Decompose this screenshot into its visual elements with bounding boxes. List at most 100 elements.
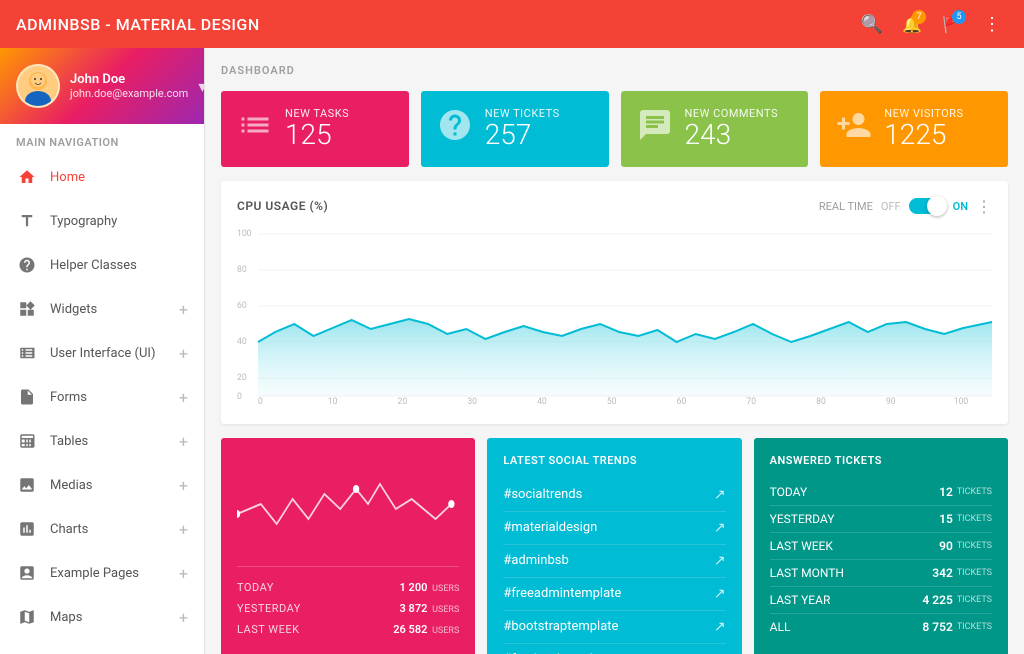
ticket-unit-2: TICKETS	[957, 541, 992, 551]
ui-expand-icon[interactable]: +	[179, 344, 188, 363]
dashboard-title: DASHBOARD	[221, 64, 1008, 77]
realtime-label: REAL TIME	[819, 200, 873, 213]
flag-badge: 5	[952, 10, 966, 24]
social-item-5[interactable]: #freehtmltemplate ↗	[503, 644, 725, 654]
visitors-chart-card: TODAY 1 200 USERS YESTERDAY 3 872 USERS	[221, 438, 475, 654]
search-button[interactable]: 🔍	[856, 8, 888, 40]
svg-text:80: 80	[237, 265, 247, 275]
visitors-yesterday-value: 3 872	[400, 602, 428, 615]
maps-icon	[16, 606, 38, 628]
tables-expand-icon[interactable]: +	[179, 432, 188, 451]
tasks-value: 125	[285, 120, 393, 151]
trend-up-icon-0: ↗	[714, 487, 726, 503]
social-item-4[interactable]: #bootstraptemplate ↗	[503, 611, 725, 644]
visitors-chart-area	[237, 454, 459, 554]
more-menu-button[interactable]: ⋮	[976, 8, 1008, 40]
visitors-sparkline	[237, 454, 459, 554]
widgets-expand-icon[interactable]: +	[179, 300, 188, 319]
ticket-unit-5: TICKETS	[957, 622, 992, 632]
ticket-label-2: LAST WEEK	[770, 539, 939, 553]
sidebar-item-home[interactable]: Home	[0, 155, 204, 199]
sidebar-item-example[interactable]: Example Pages +	[0, 551, 204, 595]
sidebar-item-tables[interactable]: Tables +	[0, 419, 204, 463]
sidebar-item-widgets[interactable]: Widgets +	[0, 287, 204, 331]
tickets-label: NEW TICKETS	[485, 107, 593, 120]
ticket-value-4: 4 225	[922, 593, 952, 607]
maps-expand-icon[interactable]: +	[179, 608, 188, 627]
example-expand-icon[interactable]: +	[179, 564, 188, 583]
svg-text:20: 20	[398, 397, 408, 404]
ticket-row-0: TODAY 12 TICKETS	[770, 479, 992, 506]
notifications-badge: 7	[912, 10, 926, 24]
helper-icon	[16, 254, 38, 276]
profile-info: John Doe john.doe@example.com	[70, 72, 188, 100]
forms-expand-icon[interactable]: +	[179, 388, 188, 407]
topnav: ADMINBSB - MATERIAL DESIGN 🔍 🔔 7 🚩 5 ⋮	[0, 0, 1024, 48]
chart-title: CPU USAGE (%)	[237, 199, 819, 213]
tickets-icon	[437, 107, 473, 150]
social-tag-0: #socialtrends	[503, 487, 714, 502]
social-item-0[interactable]: #socialtrends ↗	[503, 479, 725, 512]
trend-up-icon-1: ↗	[714, 520, 726, 536]
svg-text:70: 70	[746, 397, 756, 404]
visitors-label: NEW VISITORS	[884, 107, 992, 120]
sidebar-profile: John Doe john.doe@example.com ▾	[0, 48, 204, 124]
nav-section-title: MAIN NAVIGATION	[0, 124, 204, 155]
sidebar-item-ui[interactable]: User Interface (UI) +	[0, 331, 204, 375]
chart-controls: REAL TIME OFF ON ⋮	[819, 197, 992, 216]
visitors-today-row: TODAY 1 200 USERS	[237, 577, 459, 598]
sidebar-item-maps[interactable]: Maps +	[0, 595, 204, 639]
stat-info-tasks: NEW TASKS 125	[285, 107, 393, 151]
ticket-value-0: 12	[939, 485, 953, 499]
sidebar-item-typography[interactable]: Typography	[0, 199, 204, 243]
notifications-button[interactable]: 🔔 7	[896, 8, 928, 40]
charts-icon	[16, 518, 38, 540]
ticket-label-4: LAST YEAR	[770, 593, 923, 607]
social-item-1[interactable]: #materialdesign ↗	[503, 512, 725, 545]
chart-more-button[interactable]: ⋮	[976, 197, 992, 216]
topnav-actions: 🔍 🔔 7 🚩 5 ⋮	[856, 8, 1008, 40]
tasks-icon	[237, 107, 273, 150]
stat-info-tickets: NEW TICKETS 257	[485, 107, 593, 151]
ticket-row-2: LAST WEEK 90 TICKETS	[770, 533, 992, 560]
on-label: ON	[953, 200, 968, 213]
charts-expand-icon[interactable]: +	[179, 520, 188, 539]
ticket-row-1: YESTERDAY 15 TICKETS	[770, 506, 992, 533]
widgets-icon	[16, 298, 38, 320]
ticket-label-5: ALL	[770, 620, 923, 634]
sidebar-item-charts[interactable]: Charts +	[0, 507, 204, 551]
bottom-grid: TODAY 1 200 USERS YESTERDAY 3 872 USERS	[221, 438, 1008, 654]
ticket-label-1: YESTERDAY	[770, 512, 939, 526]
maps-label: Maps	[50, 610, 179, 625]
visitors-icon	[836, 107, 872, 150]
forms-icon	[16, 386, 38, 408]
realtime-toggle[interactable]	[909, 198, 945, 214]
social-tag-1: #materialdesign	[503, 520, 714, 535]
medias-expand-icon[interactable]: +	[179, 476, 188, 495]
stat-info-comments: NEW COMMENTS 243	[685, 107, 793, 151]
profile-dropdown-button[interactable]: ▾	[198, 77, 205, 96]
trend-up-icon-4: ↗	[714, 619, 726, 635]
tasks-label: NEW TASKS	[285, 107, 393, 120]
visitors-yesterday-unit: USERS	[432, 605, 459, 615]
comments-label: NEW COMMENTS	[685, 107, 793, 120]
sidebar-item-multilevel[interactable]: Multi Level Menu +	[0, 639, 204, 654]
social-item-2[interactable]: #adminbsb ↗	[503, 545, 725, 578]
ui-label: User Interface (UI)	[50, 346, 179, 361]
ticket-row-4: LAST YEAR 4 225 TICKETS	[770, 587, 992, 614]
ticket-value-2: 90	[939, 539, 953, 553]
sidebar-item-helper[interactable]: Helper Classes	[0, 243, 204, 287]
svg-text:0: 0	[237, 392, 242, 402]
ticket-unit-1: TICKETS	[957, 514, 992, 524]
flag-button[interactable]: 🚩 5	[936, 8, 968, 40]
svg-text:100: 100	[237, 229, 252, 239]
social-item-3[interactable]: #freeadmintemplate ↗	[503, 578, 725, 611]
ticket-unit-3: TICKETS	[957, 568, 992, 578]
tables-label: Tables	[50, 434, 179, 449]
visitors-lastweek-row: LAST WEEK 26 582 USERS	[237, 619, 459, 640]
ui-icon	[16, 342, 38, 364]
sidebar-item-forms[interactable]: Forms +	[0, 375, 204, 419]
sidebar-item-medias[interactable]: Medias +	[0, 463, 204, 507]
forms-label: Forms	[50, 390, 179, 405]
typography-icon	[16, 210, 38, 232]
